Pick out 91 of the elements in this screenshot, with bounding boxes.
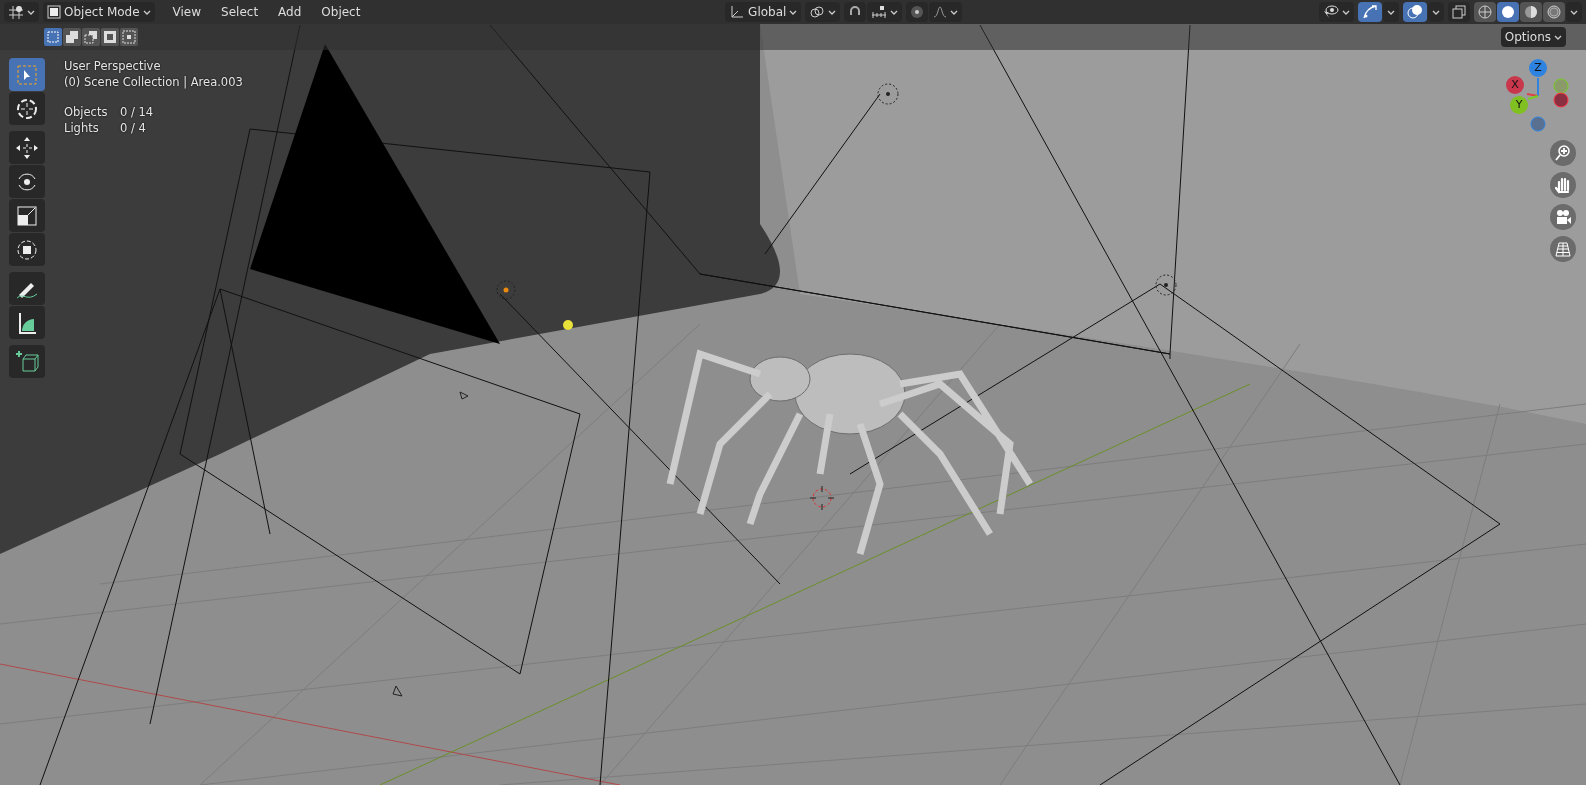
options-dropdown[interactable]: Options [1500, 27, 1566, 47]
3d-cursor-icon [809, 485, 835, 511]
object-mode-icon [47, 5, 61, 19]
camera-icon [459, 391, 469, 400]
editor-type-icon [8, 5, 24, 19]
mode-dropdown[interactable]: Object Mode [43, 2, 155, 22]
menu-item[interactable]: View [164, 3, 210, 21]
tool-button[interactable] [9, 345, 45, 378]
caret-icon [950, 8, 959, 16]
falloff-dropdown[interactable] [929, 2, 963, 22]
xray-icon [1452, 5, 1466, 19]
caret-icon [789, 8, 798, 16]
shading-button[interactable] [1520, 2, 1542, 22]
pivot-dropdown[interactable] [805, 2, 841, 22]
tool-button[interactable] [9, 131, 45, 164]
pivot-icon [809, 5, 826, 19]
menu-item[interactable]: Object [313, 3, 369, 21]
intersect-selection-icon [122, 30, 136, 44]
tool-button[interactable] [9, 272, 45, 305]
caret-icon [828, 8, 837, 16]
move-tool-icon [15, 135, 39, 160]
set-selection-icon [46, 30, 60, 44]
caret-icon [1554, 33, 1562, 41]
shading-dropdown[interactable] [1566, 2, 1582, 22]
stat-label: Objects [64, 104, 109, 120]
caret-icon [1570, 8, 1578, 16]
editor-type-button[interactable] [4, 2, 39, 22]
xray-toggle[interactable] [1448, 2, 1470, 22]
caret-icon [890, 8, 899, 16]
tool-button[interactable] [9, 199, 45, 232]
menu-item[interactable]: Add [270, 3, 310, 21]
zoom-icon [1554, 144, 1572, 162]
light-point-icon [563, 320, 573, 330]
gizmo-icon [1362, 4, 1378, 20]
stat-value: 0 / 4 [120, 120, 146, 136]
movie-camera-icon [1554, 208, 1572, 226]
hand-icon [1554, 176, 1572, 194]
material-shading-icon [1524, 5, 1538, 19]
selection-mode-button[interactable] [82, 28, 100, 46]
tool-button[interactable] [9, 233, 45, 266]
transform-tool-icon [15, 237, 39, 262]
overlay-dropdown[interactable] [1428, 2, 1444, 22]
tool-button[interactable] [9, 92, 45, 125]
caret-icon [142, 8, 151, 16]
orientation-dropdown[interactable]: Global [725, 2, 802, 22]
rendered-shading-icon [1547, 5, 1561, 19]
menu-item[interactable]: Select [213, 3, 267, 21]
solid-shading-icon [1501, 5, 1515, 19]
light-emitter-icon [496, 280, 516, 300]
visibility-dropdown[interactable] [1319, 2, 1354, 22]
increment-icon [871, 6, 888, 18]
overlay-icon [1407, 4, 1423, 20]
extend-selection-icon [65, 30, 79, 44]
gizmo-toggle[interactable] [1358, 2, 1382, 22]
caret-icon [1432, 8, 1440, 16]
shading-button[interactable] [1474, 2, 1496, 22]
eye-icon [1323, 5, 1339, 19]
light-emitter-icon [1155, 274, 1177, 296]
selection-mode-button[interactable] [101, 28, 119, 46]
subtract-selection-icon [84, 30, 98, 44]
proportional-edit-toggle[interactable] [906, 2, 929, 22]
cursor-tool-icon [15, 96, 39, 121]
tool-button[interactable] [9, 165, 45, 198]
camera-icon [392, 685, 403, 697]
axes-icon [729, 4, 746, 20]
light-emitter-icon [877, 83, 899, 105]
stat-value: 0 / 14 [120, 104, 154, 120]
caret-icon [27, 8, 35, 16]
overlay-toggle[interactable] [1403, 2, 1427, 22]
invert-selection-icon [103, 30, 117, 44]
collection-text: (0) Scene Collection | Area.003 [64, 74, 243, 90]
caret-icon [1342, 8, 1350, 16]
falloff-curve-icon [933, 6, 948, 18]
tool-button[interactable] [9, 306, 45, 339]
scale-tool-icon [15, 203, 39, 228]
caret-icon [1387, 8, 1395, 16]
shading-button[interactable] [1543, 2, 1565, 22]
gizmo-dropdown[interactable] [1383, 2, 1399, 22]
snap-toggle[interactable] [844, 2, 867, 22]
wireframe-shading-icon [1478, 5, 1492, 19]
selection-mode-button[interactable] [44, 28, 62, 46]
snap-target-dropdown[interactable] [867, 2, 903, 22]
add-cube-tool-icon [15, 349, 39, 374]
proportional-icon [910, 5, 925, 19]
stat-label: Lights [64, 120, 100, 136]
selection-mode-button[interactable] [63, 28, 81, 46]
select-tool-icon [15, 62, 39, 87]
selection-mode-button[interactable] [120, 28, 138, 46]
shading-button[interactable] [1497, 2, 1519, 22]
view-name-text: User Perspective [64, 58, 162, 74]
grid-icon [1554, 240, 1572, 258]
